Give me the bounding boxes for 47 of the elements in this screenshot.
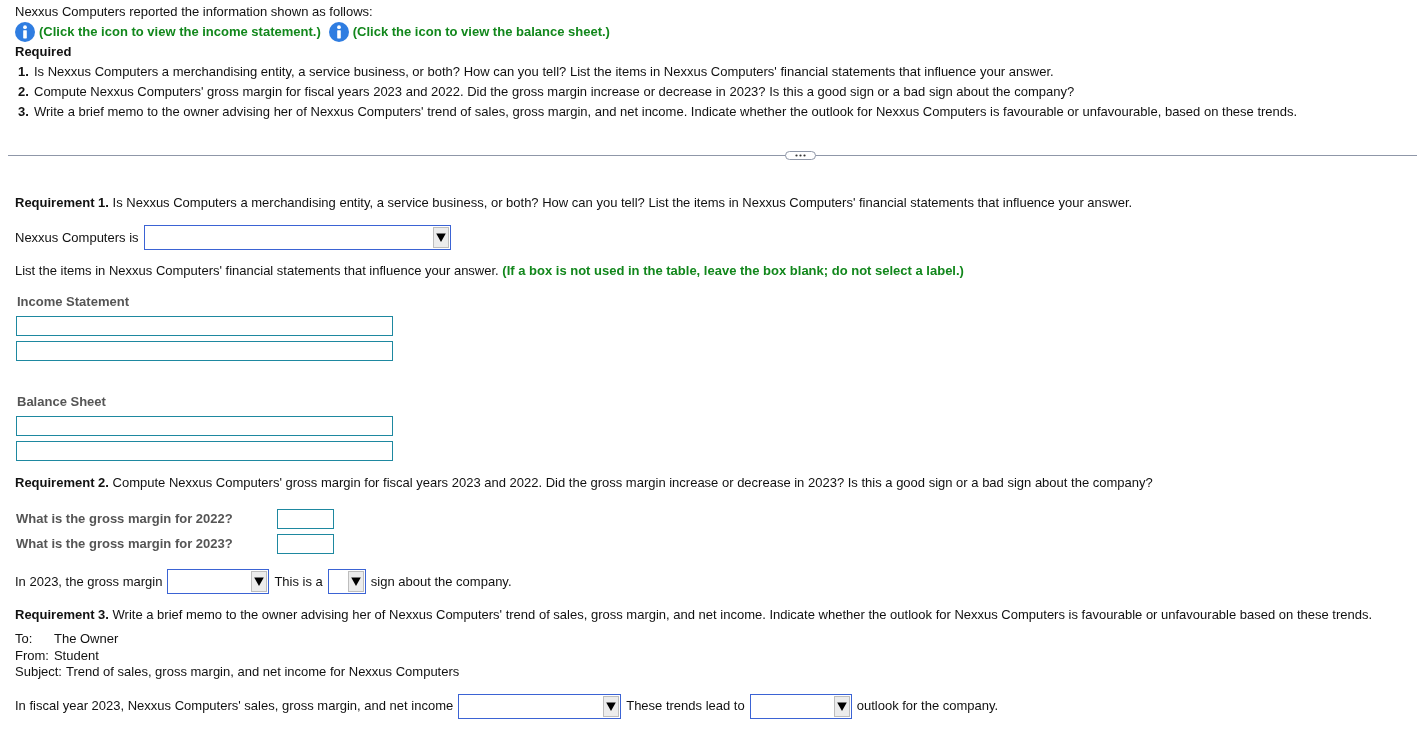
section-heading: Balance Sheet bbox=[16, 393, 107, 411]
input-field[interactable] bbox=[277, 509, 334, 529]
input-field[interactable] bbox=[16, 416, 393, 436]
intro-text: Nexxus Computers reported the information shown as follows: bbox=[15, 3, 374, 21]
requirement-text: List the items in Nexxus Computers' financial statements that influence your answer. (If a box is not used in the table, leave the box blank; do not select a label.) bbox=[15, 262, 965, 280]
caret-down-icon bbox=[251, 571, 268, 592]
memo-label: From: bbox=[15, 647, 49, 664]
memo-value: Student bbox=[53, 647, 99, 664]
select-dropdown[interactable] bbox=[327, 569, 366, 594]
caret-down-icon bbox=[833, 695, 850, 717]
expand-button[interactable] bbox=[785, 151, 816, 160]
hint-text: (Click the icon to view the income statement.) bbox=[39, 23, 321, 42]
sentence-text: outlook for the company. bbox=[856, 697, 999, 716]
caret-down-icon bbox=[432, 227, 449, 248]
ellipsis-icon bbox=[795, 154, 806, 157]
info-icon[interactable] bbox=[15, 22, 35, 42]
item-text: Compute Nexxus Computers' gross margin for fiscal years 2023 and 2022. Did the gross margin increase or decrease in 2023? Is this a good sign or a bad sign about the company? bbox=[34, 83, 1075, 101]
memo-label: To: bbox=[15, 631, 34, 648]
requirement-text: Requirement 1. Is Nexxus Computers a merchandising entity, a service business, or both? How can you tell? List the items in Nexxus Computers' financial statements that influence your answer. bbox=[15, 194, 1134, 212]
question-label: What is the gross margin for 2023? bbox=[16, 535, 234, 554]
item-number: 2. bbox=[18, 83, 30, 101]
input-field[interactable] bbox=[16, 441, 393, 461]
info-icon[interactable] bbox=[328, 22, 349, 42]
required-heading: Required bbox=[15, 43, 73, 61]
hint-text: (Click the icon to view the balance sheet.) bbox=[352, 23, 610, 42]
sentence-text: This is a bbox=[274, 572, 323, 591]
memo-value: The Owner bbox=[54, 631, 119, 648]
question-label: What is the gross margin for 2022? bbox=[16, 510, 234, 529]
memo-label: Subject: bbox=[15, 664, 62, 681]
item-number: 3. bbox=[18, 103, 30, 121]
sentence-text: In 2023, the gross margin bbox=[15, 572, 163, 591]
item-number: 1. bbox=[18, 63, 30, 81]
input-field[interactable] bbox=[16, 316, 393, 336]
input-field[interactable] bbox=[277, 534, 334, 554]
item-text: Is Nexxus Computers a merchandising entity, a service business, or both? How can you tell? List the items in Nexxus Computers' financial statements that influence your answer. bbox=[34, 63, 1054, 81]
input-field[interactable] bbox=[16, 341, 393, 361]
item-text: Write a brief memo to the owner advising her of Nexxus Computers' trend of sales, gross margin, and net income. Indicate whether the outlook for Nexxus Computers is favourable or unfavourable, based on these trends. bbox=[34, 103, 1298, 121]
requirement-text: Requirement 2. Compute Nexxus Computers' gross margin for fiscal years 2023 and 2022. Did the gross margin increase or decrease in 2023? Is this a good sign or a bad sign about the company? bbox=[15, 474, 1154, 492]
caret-down-icon bbox=[603, 695, 620, 717]
requirement-text: Requirement 3. Write a brief memo to the owner advising her of Nexxus Computers' trend of sales, gross margin, and net income. Indicate whether the outlook for Nexxus Computers is favourable or unfavourable based on these trends. bbox=[15, 606, 1374, 624]
caret-down-icon bbox=[347, 571, 364, 592]
sentence-text: These trends lead to bbox=[626, 697, 745, 716]
section-heading: Income Statement bbox=[16, 293, 130, 311]
sentence-text: In fiscal year 2023, Nexxus Computers' sales, gross margin, and net income bbox=[15, 697, 454, 716]
sentence-text: Nexxus Computers is bbox=[15, 228, 139, 247]
sentence-text: sign about the company. bbox=[370, 572, 512, 591]
memo-value: Trend of sales, gross margin, and net income for Nexxus Computers bbox=[66, 664, 460, 681]
